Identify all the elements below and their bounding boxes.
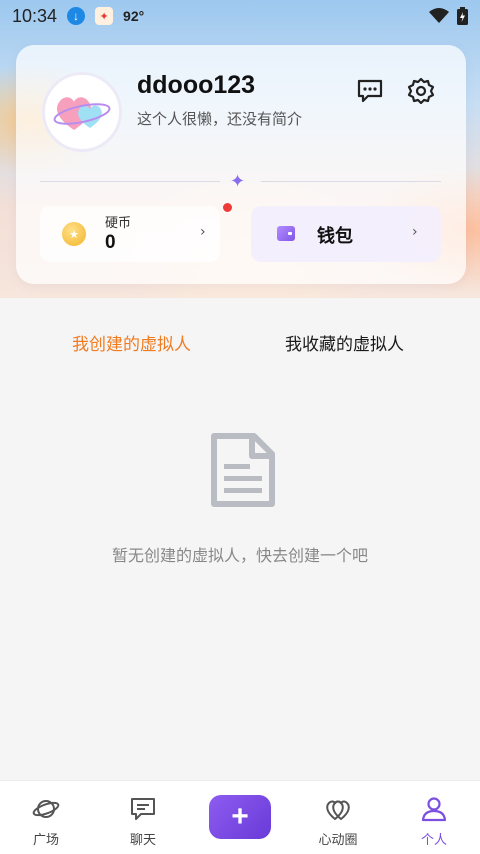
wallet-entry[interactable]: 钱包 › — [251, 206, 441, 262]
empty-state-message: 暂无创建的虚拟人，快去创建一个吧 — [111, 546, 368, 565]
chevron-right-icon: › — [200, 224, 206, 240]
document-icon — [211, 433, 275, 507]
divider-right — [261, 181, 441, 182]
status-time: 10:34 — [12, 5, 58, 26]
nav-plaza[interactable]: 广场 — [6, 781, 86, 854]
app-notification-icon: ✦ — [95, 7, 114, 25]
profile-card: ddooo123 这个人很懒，还没有简介 ✦ ★ 硬币 0 › 钱包 › — [16, 45, 466, 284]
wallet-icon — [277, 226, 295, 241]
battery-icon — [457, 7, 468, 25]
nav-chat-label: 聊天 — [129, 833, 156, 848]
message-icon — [357, 79, 383, 103]
chat-icon — [131, 798, 155, 820]
sparkle-icon: ✦ — [230, 171, 246, 192]
nav-plaza-label: 广场 — [32, 833, 59, 848]
coins-entry[interactable]: ★ 硬币 0 › — [40, 206, 220, 262]
coin-icon: ★ — [62, 222, 86, 246]
settings-button[interactable] — [405, 75, 437, 107]
download-icon: ↓ — [67, 7, 86, 25]
hearts-icon — [326, 800, 350, 821]
tab-favorites[interactable]: 我收藏的虚拟人 — [285, 330, 404, 355]
nav-me[interactable]: 个人 — [394, 781, 474, 854]
status-temperature: 92° — [123, 8, 145, 24]
nav-me-label: 个人 — [420, 833, 447, 848]
nav-circle[interactable]: 心动圈 — [298, 781, 378, 854]
tab-bar: 我创建的虚拟人 我收藏的虚拟人 — [0, 298, 480, 384]
planet-icon — [32, 800, 60, 818]
wallet-label: 钱包 — [317, 226, 353, 247]
divider-left — [40, 181, 220, 182]
tab-created[interactable]: 我创建的虚拟人 — [72, 330, 191, 355]
message-button[interactable] — [354, 75, 386, 107]
status-bar: 10:34 ↓ ✦ 92° — [0, 0, 480, 32]
avatar[interactable] — [42, 72, 122, 152]
notification-dot — [223, 203, 232, 212]
hearts-avatar-icon — [53, 97, 111, 130]
coins-value: 0 — [105, 232, 116, 253]
create-button[interactable]: + — [209, 795, 271, 839]
wifi-icon — [429, 8, 449, 23]
bio-text: 这个人很懒，还没有简介 — [137, 110, 303, 128]
nav-circle-label: 心动圈 — [318, 833, 358, 848]
coins-label: 硬币 — [105, 216, 132, 231]
settings-icon — [407, 77, 435, 105]
nav-chat[interactable]: 聊天 — [103, 781, 183, 854]
username: ddooo123 — [137, 71, 256, 99]
chevron-right-icon: › — [412, 224, 418, 240]
person-icon — [421, 797, 447, 822]
